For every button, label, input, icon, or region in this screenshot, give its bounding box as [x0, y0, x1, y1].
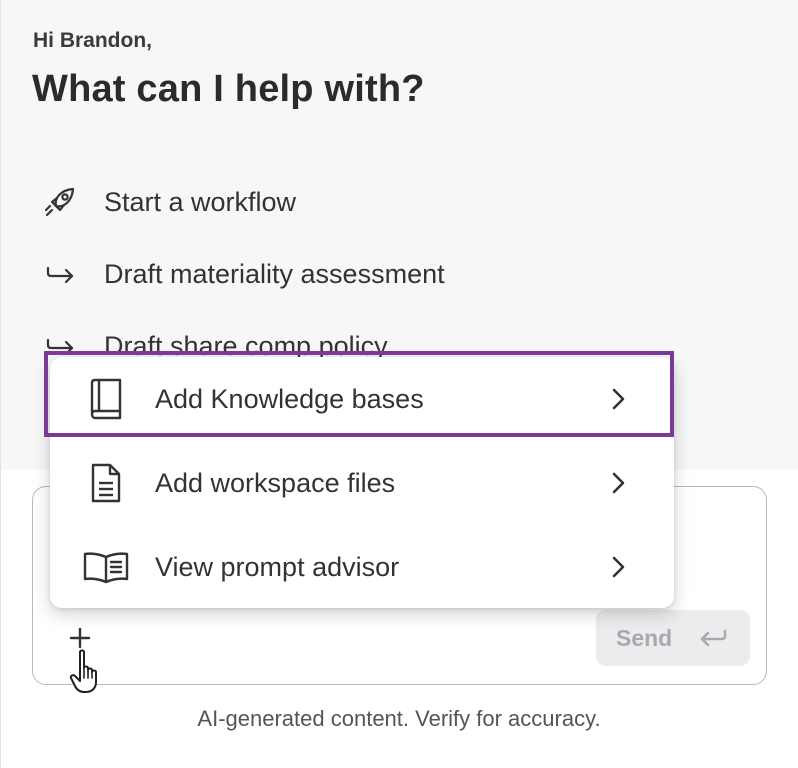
menu-item-view-prompt-advisor[interactable]: View prompt advisor [50, 525, 674, 609]
chevron-right-icon [612, 388, 625, 410]
hand-cursor-icon [69, 649, 97, 693]
chevron-right-icon [612, 472, 625, 494]
menu-item-label: Add Knowledge bases [155, 383, 424, 414]
menu-item-label: Add workspace files [155, 467, 396, 498]
menu-item-label: View prompt advisor [155, 551, 400, 582]
suggestion-start-workflow[interactable]: Start a workflow [40, 182, 296, 222]
file-icon [82, 459, 130, 507]
divider [0, 0, 1, 768]
greeting: Hi Brandon, [33, 29, 152, 52]
send-button[interactable]: Send [596, 610, 750, 666]
menu-item-add-workspace-files[interactable]: Add workspace files [50, 441, 674, 525]
assistant-panel: Hi Brandon, What can I help with? Start … [0, 0, 798, 768]
suggestion-label: Start a workflow [104, 186, 297, 217]
arrow-right-icon [40, 254, 80, 294]
suggestion-label: Draft materiality assessment [104, 258, 445, 289]
plus-icon [69, 627, 91, 649]
page-title: What can I help with? [32, 68, 425, 110]
book-icon [82, 375, 130, 423]
send-label: Send [616, 624, 673, 651]
enter-icon [701, 629, 727, 647]
rocket-icon [40, 182, 80, 222]
attachment-menu: Add Knowledge bases Add workspace files [50, 357, 674, 608]
open-book-icon [82, 543, 130, 591]
menu-item-add-knowledge-bases[interactable]: Add Knowledge bases [50, 357, 674, 441]
chevron-right-icon [612, 556, 625, 578]
disclaimer-text: AI-generated content. Verify for accurac… [197, 706, 601, 731]
suggestion-draft-materiality[interactable]: Draft materiality assessment [40, 254, 445, 294]
